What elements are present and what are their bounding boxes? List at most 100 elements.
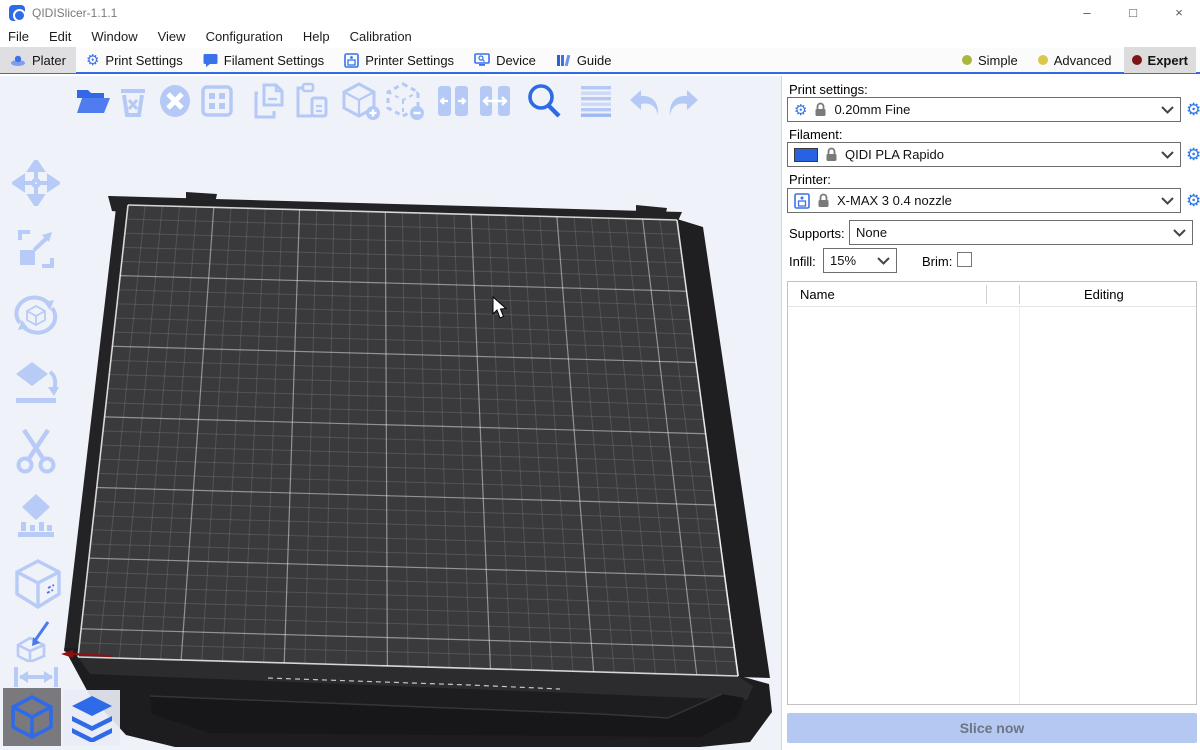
expert-dot-icon xyxy=(1132,55,1142,65)
print-bed xyxy=(0,76,781,750)
menu-help[interactable]: Help xyxy=(293,26,340,48)
printer-icon xyxy=(344,53,359,68)
delete-button[interactable] xyxy=(118,84,148,118)
tab-device[interactable]: Device xyxy=(464,47,546,73)
infill-combo[interactable]: 15% xyxy=(823,248,897,273)
title-bar: QIDISlicer-1.1.1 – □ × xyxy=(0,0,1200,26)
object-list[interactable]: Name Editing xyxy=(787,281,1197,705)
close-button[interactable]: × xyxy=(1156,0,1200,26)
place-on-face-tool[interactable] xyxy=(12,360,60,406)
tab-label: Printer Settings xyxy=(365,53,454,68)
open-button[interactable] xyxy=(74,86,110,116)
preview-layers-icon xyxy=(68,694,116,742)
3d-view-cube-icon xyxy=(9,694,55,740)
print-settings-value: 0.20mm Fine xyxy=(834,102,910,117)
device-icon xyxy=(474,53,490,67)
menu-edit[interactable]: Edit xyxy=(39,26,81,48)
menu-file[interactable]: File xyxy=(0,26,39,48)
column-editing: Editing xyxy=(1084,287,1124,302)
filament-icon xyxy=(203,53,218,67)
print-settings-gear-button[interactable]: ⚙ xyxy=(1186,101,1200,118)
support-painting-tool[interactable] xyxy=(12,492,60,540)
tab-guide[interactable]: Guide xyxy=(546,47,622,73)
sidebar: Print settings: ⚙ 0.20mm Fine ⚙ Filament… xyxy=(781,76,1200,750)
brim-checkbox[interactable] xyxy=(957,252,972,267)
search-button[interactable] xyxy=(524,82,564,120)
printer-icon xyxy=(794,193,810,209)
rotate-tool[interactable] xyxy=(12,292,60,338)
tab-bar: Plater ⚙ Print Settings Filament Setting… xyxy=(0,48,1200,74)
print-settings-combo[interactable]: ⚙ 0.20mm Fine xyxy=(787,97,1181,122)
filament-value: QIDI PLA Rapido xyxy=(845,147,944,162)
mode-switch: Simple Advanced Expert xyxy=(954,47,1200,73)
scale-tool[interactable] xyxy=(12,226,60,272)
tab-printer-settings[interactable]: Printer Settings xyxy=(334,47,464,73)
remove-instance-button[interactable] xyxy=(384,81,426,121)
move-tool[interactable] xyxy=(12,160,60,206)
tab-filament-settings[interactable]: Filament Settings xyxy=(193,47,334,73)
arrange-button[interactable] xyxy=(200,84,234,118)
app-logo-icon xyxy=(9,5,25,21)
maximize-button[interactable]: □ xyxy=(1110,0,1156,26)
print-settings-label: Print settings: xyxy=(789,82,868,97)
chevron-down-icon xyxy=(1161,106,1174,114)
filament-color-swatch xyxy=(794,148,818,162)
chevron-down-icon xyxy=(877,257,890,265)
printer-gear-button[interactable]: ⚙ xyxy=(1186,192,1200,209)
tab-print-settings[interactable]: ⚙ Print Settings xyxy=(76,47,193,73)
mode-label: Advanced xyxy=(1054,53,1112,68)
chevron-down-icon xyxy=(1161,151,1174,159)
supports-combo[interactable]: None xyxy=(849,220,1193,245)
menu-view[interactable]: View xyxy=(148,26,196,48)
tab-label: Guide xyxy=(577,53,612,68)
redo-button[interactable] xyxy=(664,84,700,118)
gear-icon: ⚙ xyxy=(794,101,807,119)
split-to-parts-button[interactable] xyxy=(478,84,512,118)
mode-expert[interactable]: Expert xyxy=(1124,47,1196,73)
tab-label: Filament Settings xyxy=(224,53,324,68)
seam-painting-tool[interactable] xyxy=(12,558,64,610)
split-to-objects-button[interactable] xyxy=(436,84,470,118)
supports-label: Supports: xyxy=(789,226,845,241)
printer-combo[interactable]: X-MAX 3 0.4 nozzle xyxy=(787,188,1181,213)
gear-icon: ⚙ xyxy=(86,53,99,68)
delete-all-button[interactable] xyxy=(158,84,192,118)
variable-layer-height-button[interactable] xyxy=(578,84,614,118)
guide-icon xyxy=(556,53,571,67)
minimize-button[interactable]: – xyxy=(1064,0,1110,26)
printer-value: X-MAX 3 0.4 nozzle xyxy=(837,193,952,208)
mode-advanced[interactable]: Advanced xyxy=(1030,47,1120,73)
undo-button[interactable] xyxy=(628,84,664,118)
mode-simple[interactable]: Simple xyxy=(954,47,1026,73)
brim-label: Brim: xyxy=(922,254,952,269)
measure-tool[interactable] xyxy=(12,618,60,662)
preview-view-button[interactable] xyxy=(63,690,120,746)
lock-icon xyxy=(817,193,830,208)
menu-bar: File Edit Window View Configuration Help… xyxy=(0,26,1200,48)
add-instance-button[interactable] xyxy=(340,81,382,121)
menu-calibration[interactable]: Calibration xyxy=(340,26,422,48)
scale-to-fit-tool[interactable] xyxy=(12,664,60,690)
lock-icon xyxy=(825,147,838,162)
filament-combo[interactable]: QIDI PLA Rapido xyxy=(787,142,1181,167)
tab-plater[interactable]: Plater xyxy=(0,47,76,73)
menu-window[interactable]: Window xyxy=(81,26,147,48)
column-divider xyxy=(1019,285,1020,304)
window-title: QIDISlicer-1.1.1 xyxy=(32,6,117,20)
infill-value: 15% xyxy=(830,253,856,268)
printer-label: Printer: xyxy=(789,172,831,187)
plater-icon xyxy=(10,53,26,67)
object-list-header: Name Editing xyxy=(788,282,1196,307)
3d-editor-view-button[interactable] xyxy=(3,688,61,746)
mode-label: Simple xyxy=(978,53,1018,68)
paste-button[interactable] xyxy=(292,82,332,120)
slice-now-button[interactable]: Slice now xyxy=(787,713,1197,743)
tab-label: Device xyxy=(496,53,536,68)
column-divider xyxy=(1019,307,1020,704)
tab-label: Plater xyxy=(32,53,66,68)
3d-viewport[interactable] xyxy=(0,76,781,750)
copy-button[interactable] xyxy=(250,82,292,120)
cut-tool[interactable] xyxy=(12,426,60,474)
menu-configuration[interactable]: Configuration xyxy=(196,26,293,48)
filament-gear-button[interactable]: ⚙ xyxy=(1186,146,1200,163)
